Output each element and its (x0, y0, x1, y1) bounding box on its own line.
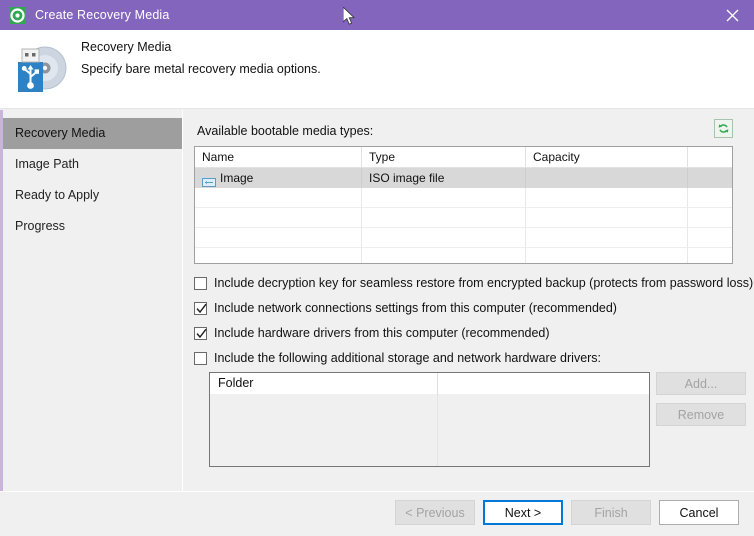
next-button[interactable]: Next > (483, 500, 563, 525)
cell-empty (526, 208, 688, 228)
column-header-name[interactable]: Name (195, 147, 362, 167)
content-pane: Available bootable media types: Name Typ… (183, 110, 754, 491)
folder-list-col-1 (438, 394, 649, 466)
table-row-empty[interactable] (195, 248, 732, 263)
cell-empty (362, 228, 526, 248)
folder-list-header-row: Folder (210, 373, 649, 394)
usb-disc-icon (9, 38, 71, 94)
sidebar-item-label: Progress (15, 219, 66, 233)
cancel-button[interactable]: Cancel (659, 500, 739, 525)
cell-empty (526, 228, 688, 248)
recovery-lifering-icon (9, 6, 26, 24)
cell-empty (688, 188, 732, 208)
folder-list-body (210, 394, 649, 466)
table-row-empty[interactable] (195, 208, 732, 228)
sidebar-item-progress[interactable]: Progress (3, 211, 182, 242)
dialog-header: Recovery Media Specify bare metal recove… (0, 30, 754, 109)
cell-empty (362, 208, 526, 228)
close-button[interactable] (710, 0, 754, 30)
cell-empty (688, 228, 732, 248)
refresh-icon[interactable] (714, 119, 733, 138)
column-header-folder-blank[interactable] (438, 373, 649, 394)
cell-empty (526, 188, 688, 208)
cell-empty (362, 248, 526, 263)
cell-empty (195, 188, 362, 208)
table-header-row: Name Type Capacity (195, 147, 732, 168)
column-header-capacity[interactable]: Capacity (526, 147, 688, 167)
checkbox-additional-drivers[interactable] (194, 351, 207, 365)
checkbox-hardware-drivers[interactable] (194, 326, 207, 340)
bootable-media-table[interactable]: Name Type Capacity Image ISO image file (194, 146, 733, 264)
additional-drivers-folder-list[interactable]: Folder (209, 372, 650, 467)
column-header-blank[interactable] (688, 147, 732, 167)
finish-button[interactable]: Finish (571, 500, 651, 525)
cell-empty (688, 248, 732, 263)
checkbox-row-additional-drivers[interactable]: Include the following additional storage… (194, 349, 601, 367)
page-title: Recovery Media (81, 40, 172, 54)
table-row-empty[interactable] (195, 188, 732, 208)
cell-empty (195, 248, 362, 263)
checkbox-label: Include the following additional storage… (214, 351, 602, 365)
checkbox-row-decryption-key[interactable]: Include decryption key for seamless rest… (194, 274, 753, 292)
window-title: Create Recovery Media (35, 8, 170, 22)
checkbox-decryption-key[interactable] (194, 276, 207, 290)
page-subtitle: Specify bare metal recovery media option… (81, 62, 321, 76)
previous-button[interactable]: < Previous (395, 500, 475, 525)
cell-type: ISO image file (362, 168, 526, 188)
checkbox-row-hardware-drivers[interactable]: Include hardware drivers from this compu… (194, 324, 550, 342)
sidebar-item-recovery-media[interactable]: Recovery Media (3, 118, 182, 149)
available-media-label: Available bootable media types: (197, 124, 374, 138)
sidebar-item-image-path[interactable]: Image Path (3, 149, 182, 180)
cell-empty (688, 208, 732, 228)
dialog-footer: < Previous Next > Finish Cancel (0, 492, 754, 536)
sidebar-item-label: Image Path (15, 157, 79, 171)
checkbox-network-settings[interactable] (194, 301, 207, 315)
column-header-folder[interactable]: Folder (210, 373, 438, 394)
wizard-step-sidebar: Recovery Media Image Path Ready to Apply… (0, 110, 182, 491)
sidebar-item-label: Ready to Apply (15, 188, 100, 202)
table-row-empty[interactable] (195, 228, 732, 248)
folder-list-col-0 (210, 394, 439, 466)
sidebar-item-ready-to-apply[interactable]: Ready to Apply (3, 180, 182, 211)
cell-name-text: Image (220, 170, 254, 185)
create-recovery-media-window: Create Recovery Media Recovery Media Spe… (0, 0, 754, 536)
table-row[interactable]: Image ISO image file (195, 168, 732, 188)
column-header-type[interactable]: Type (362, 147, 526, 167)
cell-capacity (526, 168, 688, 188)
checkbox-row-network-settings[interactable]: Include network connections settings fro… (194, 299, 617, 317)
iso-image-icon (202, 173, 216, 187)
cell-empty (195, 228, 362, 248)
remove-folder-button[interactable]: Remove (656, 403, 746, 426)
add-folder-button[interactable]: Add... (656, 372, 746, 395)
cell-empty (362, 188, 526, 208)
cell-empty (526, 248, 688, 263)
checkbox-label: Include hardware drivers from this compu… (214, 326, 550, 340)
cell-empty (195, 208, 362, 228)
cell-name: Image (195, 168, 362, 188)
cell-extra (688, 168, 732, 188)
checkbox-label: Include network connections settings fro… (214, 301, 617, 315)
title-bar: Create Recovery Media (0, 0, 754, 30)
checkbox-label: Include decryption key for seamless rest… (214, 276, 754, 290)
sidebar-item-label: Recovery Media (15, 126, 106, 140)
